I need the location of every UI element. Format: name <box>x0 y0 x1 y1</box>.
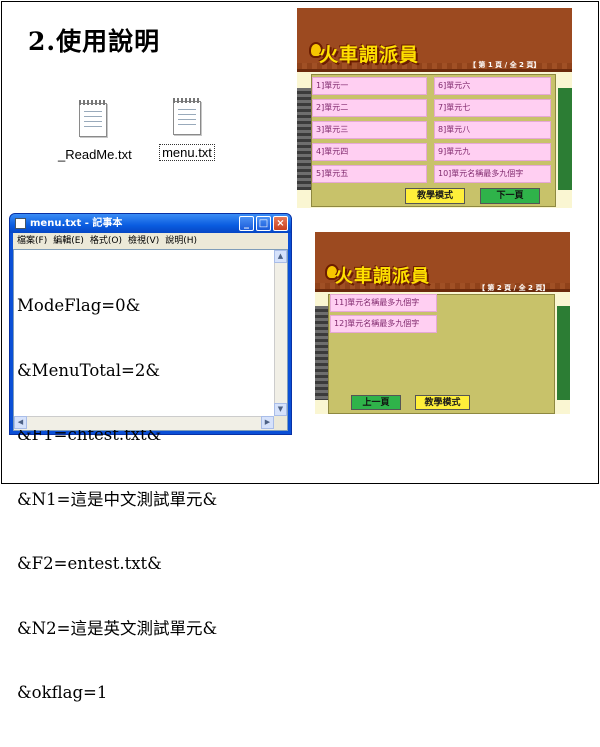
menu-help[interactable]: 說明(H) <box>165 233 197 249</box>
text-line: ModeFlag=0& <box>17 296 141 315</box>
game-screen-1: 火車調派員 【 第 1 頁 / 全 2 頁】 1]單元一 2]單元二 3]單元三… <box>297 8 572 208</box>
file-label: menu.txt <box>159 144 215 161</box>
left-wall <box>315 306 328 400</box>
file-label: _ReadMe.txt <box>58 147 132 162</box>
minimize-icon[interactable]: _ <box>239 216 254 231</box>
notepad-icon <box>15 218 26 229</box>
file-readme[interactable]: _ReadMe.txt <box>58 100 132 162</box>
unit-button-10[interactable]: 10]單元名稱最多九個字 <box>434 165 551 183</box>
right-wall <box>557 306 570 400</box>
unit-button-5[interactable]: 5]單元五 <box>312 165 427 183</box>
next-page-button[interactable]: 下一頁 <box>480 188 540 204</box>
scroll-down-icon[interactable]: ▼ <box>274 403 287 416</box>
unit-button-1[interactable]: 1]單元一 <box>312 77 427 95</box>
unit-button-8[interactable]: 8]單元八 <box>434 121 551 139</box>
unit-button-7[interactable]: 7]單元七 <box>434 99 551 117</box>
prev-page-button[interactable]: 上一頁 <box>351 395 401 410</box>
notepad-text-area[interactable]: ModeFlag=0& &MenuTotal=2& &F1=chtest.txt… <box>13 249 288 702</box>
text-line: &MenuTotal=2& <box>17 360 161 380</box>
text-file-icon <box>79 100 107 137</box>
unit-button-12[interactable]: 12]單元名稱最多九個字 <box>330 315 437 333</box>
text-line: &okflag=1 <box>17 683 108 702</box>
notepad-titlebar[interactable]: menu.txt - 記事本 _ □ × <box>10 214 291 233</box>
teaching-mode-button[interactable]: 教學模式 <box>405 188 465 204</box>
game-screen-2: 火車調派員 【 第 2 頁 / 全 2 頁】 11]單元名稱最多九個字 12]單… <box>315 232 570 414</box>
scroll-right-icon[interactable]: ▶ <box>261 416 274 429</box>
unit-button-3[interactable]: 3]單元三 <box>312 121 427 139</box>
game-title: 火車調派員 <box>319 44 420 66</box>
scroll-left-icon[interactable]: ◀ <box>14 416 27 429</box>
text-line: &N1=這是中文測試單元& <box>17 489 218 509</box>
file-menu[interactable]: menu.txt <box>152 98 222 161</box>
left-wall <box>297 88 311 190</box>
teaching-mode-button[interactable]: 教學模式 <box>415 395 470 410</box>
unit-button-6[interactable]: 6]單元六 <box>434 77 551 95</box>
page-indicator: 【 第 2 頁 / 全 2 頁】 <box>478 284 550 292</box>
vertical-scrollbar[interactable]: ▲ ▼ <box>274 250 287 416</box>
menu-edit[interactable]: 編輯(E) <box>53 233 84 249</box>
right-wall <box>558 88 572 190</box>
notepad-content[interactable]: ModeFlag=0& &MenuTotal=2& &F1=chtest.txt… <box>17 252 273 747</box>
close-icon[interactable]: × <box>273 216 288 231</box>
notepad-window: menu.txt - 記事本 _ □ × 檔案(F) 編輯(E) 格式(O) 檢… <box>9 213 292 702</box>
unit-button-4[interactable]: 4]單元四 <box>312 143 427 161</box>
text-line: &N2=這是英文測試單元& <box>17 618 218 638</box>
unit-button-2[interactable]: 2]單元二 <box>312 99 427 117</box>
unit-button-11[interactable]: 11]單元名稱最多九個字 <box>330 294 437 312</box>
menu-format[interactable]: 格式(O) <box>90 233 122 249</box>
notepad-title: menu.txt - 記事本 <box>30 218 123 229</box>
text-line: &F2=entest.txt& <box>17 554 162 573</box>
horizontal-scrollbar[interactable]: ◀ ▶ <box>14 416 274 430</box>
menu-view[interactable]: 檢視(V) <box>128 233 159 249</box>
page-title: 2.使用說明 <box>28 27 161 56</box>
notepad-menubar: 檔案(F) 編輯(E) 格式(O) 檢視(V) 說明(H) <box>13 233 288 249</box>
scroll-up-icon[interactable]: ▲ <box>274 250 287 263</box>
maximize-icon[interactable]: □ <box>256 216 271 231</box>
game-title: 火車調派員 <box>335 266 430 287</box>
unit-button-9[interactable]: 9]單元九 <box>434 143 551 161</box>
text-file-icon <box>173 98 201 135</box>
resize-grip[interactable] <box>274 416 287 430</box>
menu-file[interactable]: 檔案(F) <box>17 233 47 249</box>
page-indicator: 【 第 1 頁 / 全 2 頁】 <box>469 61 541 69</box>
